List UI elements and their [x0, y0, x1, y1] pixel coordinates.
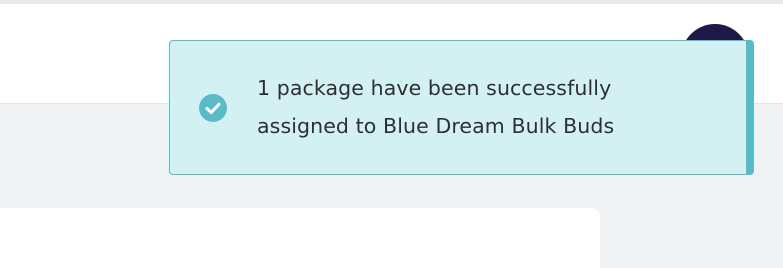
check-circle-icon — [199, 94, 227, 122]
toast-message: 1 package have been successfully assigne… — [257, 76, 615, 138]
content-card — [0, 208, 600, 268]
success-toast[interactable]: 1 package have been successfully assigne… — [169, 40, 754, 175]
